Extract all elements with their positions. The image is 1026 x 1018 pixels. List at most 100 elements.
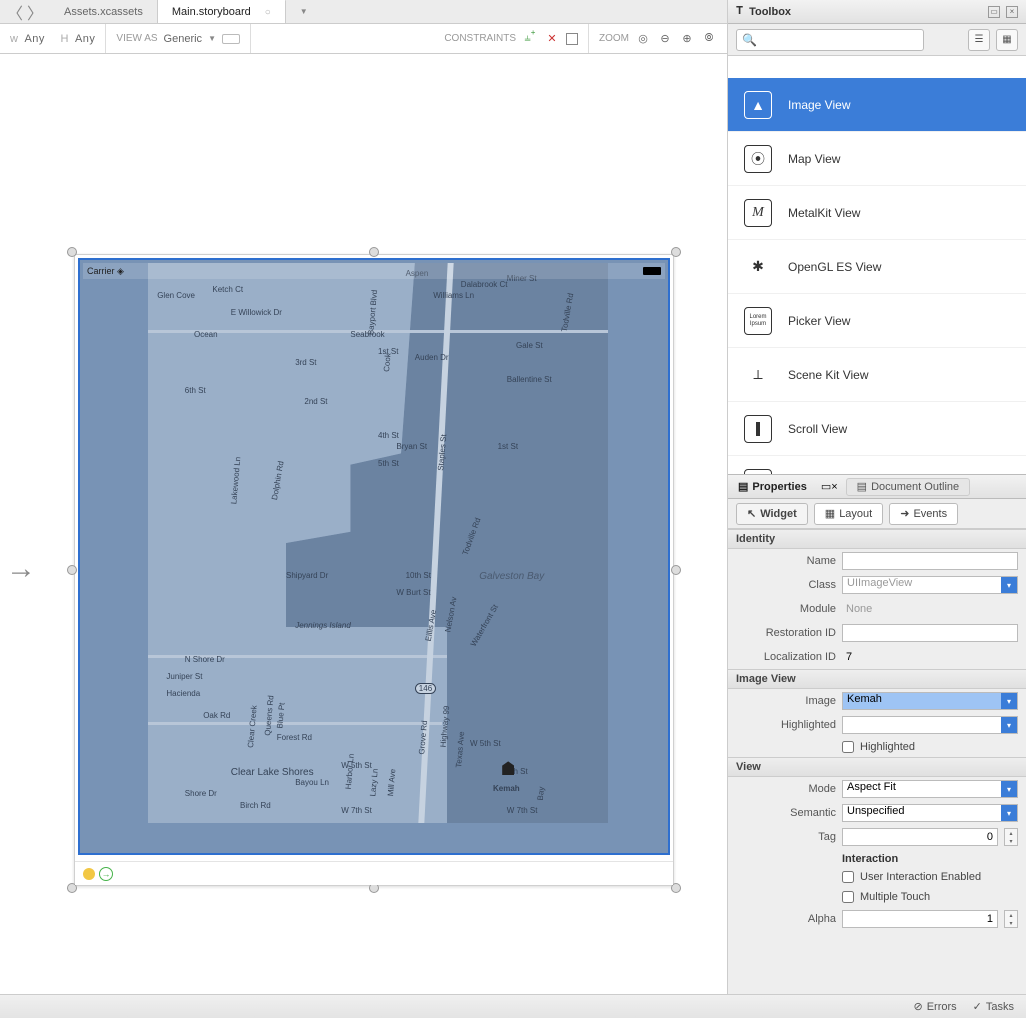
ib-toolbar: wAny HAny VIEW AS Generic ▼ CONSTRAINTS … — [0, 24, 727, 54]
section-view: View — [728, 757, 1026, 777]
handle[interactable] — [67, 565, 77, 575]
properties-subtabs: ↖ Widget ▦ Layout ➜ Events — [728, 499, 1026, 529]
semantic-select[interactable]: Unspecified▾ — [842, 804, 1018, 822]
toolbox-item-metalkit[interactable]: MMetalKit View — [728, 186, 1026, 240]
status-bar: ⊘Errors ✓Tasks — [0, 994, 1026, 1018]
multitouch-checkbox[interactable] — [842, 891, 854, 903]
constraints-tools: CONSTRAINTS ⫨+ ✕ — [434, 24, 589, 53]
toolbox-item-picker[interactable]: LoremIpsumPicker View — [728, 294, 1026, 348]
alpha-input[interactable] — [842, 910, 998, 928]
view-as-selector[interactable]: VIEW AS Generic ▼ — [106, 24, 251, 53]
close-icon[interactable]: ○ — [265, 7, 271, 18]
tab-document-outline[interactable]: ▤ Document Outline — [846, 478, 970, 496]
errors-button[interactable]: ⊘Errors — [913, 1000, 956, 1013]
tab-storyboard[interactable]: Main.storyboard ○ — [158, 0, 286, 23]
toolbox-header: 𝐓 Toolbox ▭ × — [728, 0, 1026, 24]
class-select[interactable]: UIImageView▾ — [842, 576, 1018, 594]
wifi-icon: ◈ — [117, 266, 124, 277]
battery-icon — [643, 267, 661, 275]
size-class-selector[interactable]: wAny HAny — [0, 24, 106, 53]
mode-select[interactable]: Aspect Fit▾ — [842, 780, 1018, 798]
detach-button[interactable]: ▭ — [988, 6, 1000, 18]
subtab-layout[interactable]: ▦ Layout — [814, 503, 883, 525]
canvas[interactable]: → Seabrook Galveston Bay Shipyard Dr Cle… — [0, 54, 727, 994]
add-constraint-icon[interactable]: ⫨+ — [522, 31, 538, 47]
device-icon — [222, 34, 240, 44]
tag-stepper[interactable]: ▴▾ — [1004, 828, 1018, 846]
clear-constraint-icon[interactable]: ✕ — [544, 31, 560, 47]
close-button[interactable]: × — [1006, 6, 1018, 18]
toolbox-search-input[interactable] — [736, 29, 924, 51]
section-imageview: Image View — [728, 669, 1026, 689]
interaction-header: Interaction — [728, 849, 1026, 867]
uie-checkbox[interactable] — [842, 871, 854, 883]
close-button[interactable]: × — [831, 481, 837, 493]
zoom-fit-icon[interactable]: ◎ — [635, 31, 651, 47]
chevron-down-icon: ▾ — [1001, 805, 1017, 821]
toolbox-item-scenekit[interactable]: ⟂Scene Kit View — [728, 348, 1026, 402]
image-icon: ▲ — [744, 91, 772, 119]
chevron-down-icon: ▾ — [1001, 781, 1017, 797]
highlighted-checkbox[interactable] — [842, 741, 854, 753]
toolbox-item-opengl[interactable]: ✱OpenGL ES View — [728, 240, 1026, 294]
view-controller[interactable]: Seabrook Galveston Bay Shipyard Dr Clear… — [74, 254, 674, 886]
chevron-down-icon: ▾ — [1001, 717, 1017, 733]
tasks-button[interactable]: ✓Tasks — [973, 1000, 1014, 1013]
scene-footer: → — [75, 861, 673, 885]
right-panel: 𝐓 Toolbox ▭ × 🔍 ☰ ▦ ▲Image View ⦿Map Vie… — [728, 0, 1026, 994]
highlighted-select[interactable]: ▾ — [842, 716, 1018, 734]
search-icon: 🔍 — [742, 33, 757, 47]
tab-bar: 〈 〉 Assets.xcassets Main.storyboard ○ ▼ — [0, 0, 727, 24]
imageview-selection[interactable]: Seabrook Galveston Bay Shipyard Dr Clear… — [78, 258, 670, 855]
localization-value: 7 — [842, 651, 852, 663]
entry-badge[interactable]: → — [99, 867, 113, 881]
segue-arrow-icon[interactable]: → — [6, 552, 36, 586]
tab-properties[interactable]: ▤ Properties — [728, 475, 817, 498]
warning-badge[interactable] — [83, 868, 95, 880]
toolbox-item-mapview[interactable]: ⦿Map View — [728, 132, 1026, 186]
zoom-out-icon[interactable]: ⊖ — [657, 31, 673, 47]
properties-panel: ▤ Properties ▭ × ▤ Document Outline ↖ Wi… — [728, 474, 1026, 994]
list-view-button[interactable]: ☰ — [968, 29, 990, 51]
zoom-in-icon[interactable]: ⊕ — [679, 31, 695, 47]
subtab-events[interactable]: ➜ Events — [889, 503, 958, 525]
picker-icon: LoremIpsum — [744, 307, 772, 335]
handle[interactable] — [671, 565, 681, 575]
alpha-stepper[interactable]: ▴▾ — [1004, 910, 1018, 928]
embed-icon[interactable] — [566, 33, 578, 45]
toolbox-icon: 𝐓 — [736, 5, 743, 18]
check-icon: ✓ — [973, 1000, 982, 1013]
handle[interactable] — [671, 247, 681, 257]
nav-forward-button[interactable]: 〉 — [26, 3, 44, 21]
toolbox-item-stack[interactable]: ▥Stack View Horizontal — [728, 456, 1026, 474]
chevron-down-icon: ▾ — [1001, 577, 1017, 593]
detach-button[interactable]: ▭ — [821, 480, 831, 493]
scroll-icon — [744, 415, 772, 443]
error-icon: ⊘ — [913, 1000, 922, 1013]
toolbox-list[interactable]: ▲Image View ⦿Map View MMetalKit View ✱Op… — [728, 56, 1026, 474]
axes-icon: ✱ — [744, 253, 772, 281]
pin-icon: ⦿ — [744, 145, 772, 173]
grid-view-button[interactable]: ▦ — [996, 29, 1018, 51]
image-select[interactable]: Kemah▾ — [842, 692, 1018, 710]
handle[interactable] — [369, 247, 379, 257]
tag-input[interactable] — [842, 828, 998, 846]
zoom-actual-icon[interactable]: ⦾ — [701, 31, 717, 47]
nav-back-button[interactable]: 〈 — [6, 3, 24, 21]
handle[interactable] — [67, 247, 77, 257]
subtab-widget[interactable]: ↖ Widget — [736, 503, 808, 525]
toolbox-search-bar: 🔍 ☰ ▦ — [728, 24, 1026, 56]
tab-overflow[interactable]: ▼ — [286, 0, 727, 23]
scene-icon: ⟂ — [744, 361, 772, 389]
properties-body[interactable]: Identity Name ClassUIImageView▾ ModuleNo… — [728, 529, 1026, 994]
editor-pane: 〈 〉 Assets.xcassets Main.storyboard ○ ▼ … — [0, 0, 728, 994]
list-item[interactable] — [728, 56, 1026, 78]
map-image: Seabrook Galveston Bay Shipyard Dr Clear… — [148, 263, 608, 823]
restoration-input[interactable] — [842, 624, 1018, 642]
tab-assets[interactable]: Assets.xcassets — [50, 0, 158, 23]
toolbox-item-scroll[interactable]: Scroll View — [728, 402, 1026, 456]
toolbox-item-imageview[interactable]: ▲Image View — [728, 78, 1026, 132]
name-input[interactable] — [842, 552, 1018, 570]
device-statusbar: Carrier ◈ — [83, 263, 665, 279]
section-identity: Identity — [728, 529, 1026, 549]
